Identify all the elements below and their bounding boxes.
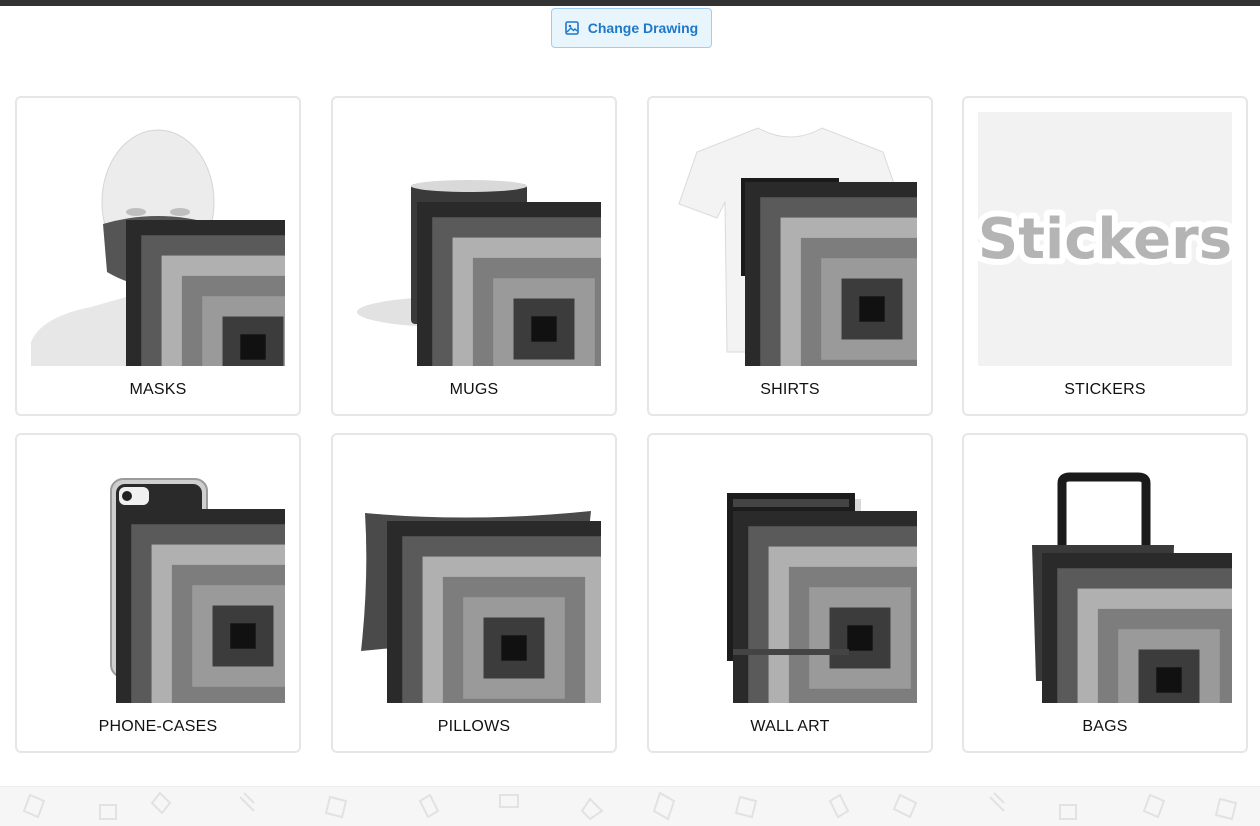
pillow-image — [347, 449, 601, 703]
mug-image — [347, 112, 601, 366]
bag-image — [978, 449, 1232, 703]
product-card-mugs[interactable]: MUGS — [331, 96, 617, 416]
product-card-wall-art[interactable]: WALL ART — [647, 433, 933, 753]
stickers-image-text-fill: Stickers — [978, 207, 1232, 272]
product-card-stickers[interactable]: Stickers Stickers STICKERS — [962, 96, 1248, 416]
image-icon — [564, 21, 579, 35]
stickers-image: Stickers Stickers — [978, 112, 1232, 366]
wall-art-image — [663, 449, 917, 703]
phone-case-image — [31, 449, 285, 703]
change-drawing-button[interactable]: Change Drawing — [551, 8, 712, 48]
top-bar — [0, 0, 1260, 6]
product-label: BAGS — [1082, 718, 1128, 735]
change-drawing-label: Change Drawing — [587, 20, 699, 36]
shirt-image — [663, 112, 917, 366]
product-card-pillows[interactable]: PILLOWS — [331, 433, 617, 753]
product-card-phone-cases[interactable]: PHONE-CASES — [15, 433, 301, 753]
mask-image — [31, 112, 285, 366]
product-label: PILLOWS — [437, 718, 511, 735]
product-label: MUGS — [449, 381, 499, 398]
product-label: MASKS — [129, 381, 187, 398]
product-card-shirts[interactable]: SHIRTS — [647, 96, 933, 416]
product-card-masks[interactable]: MASKS — [15, 96, 301, 416]
product-label: WALL ART — [750, 718, 830, 735]
product-label: SHIRTS — [760, 381, 820, 398]
product-label: PHONE-CASES — [98, 718, 218, 735]
footer-pattern — [0, 786, 1260, 826]
product-label: STICKERS — [1064, 381, 1146, 398]
product-card-bags[interactable]: BAGS — [962, 433, 1248, 753]
